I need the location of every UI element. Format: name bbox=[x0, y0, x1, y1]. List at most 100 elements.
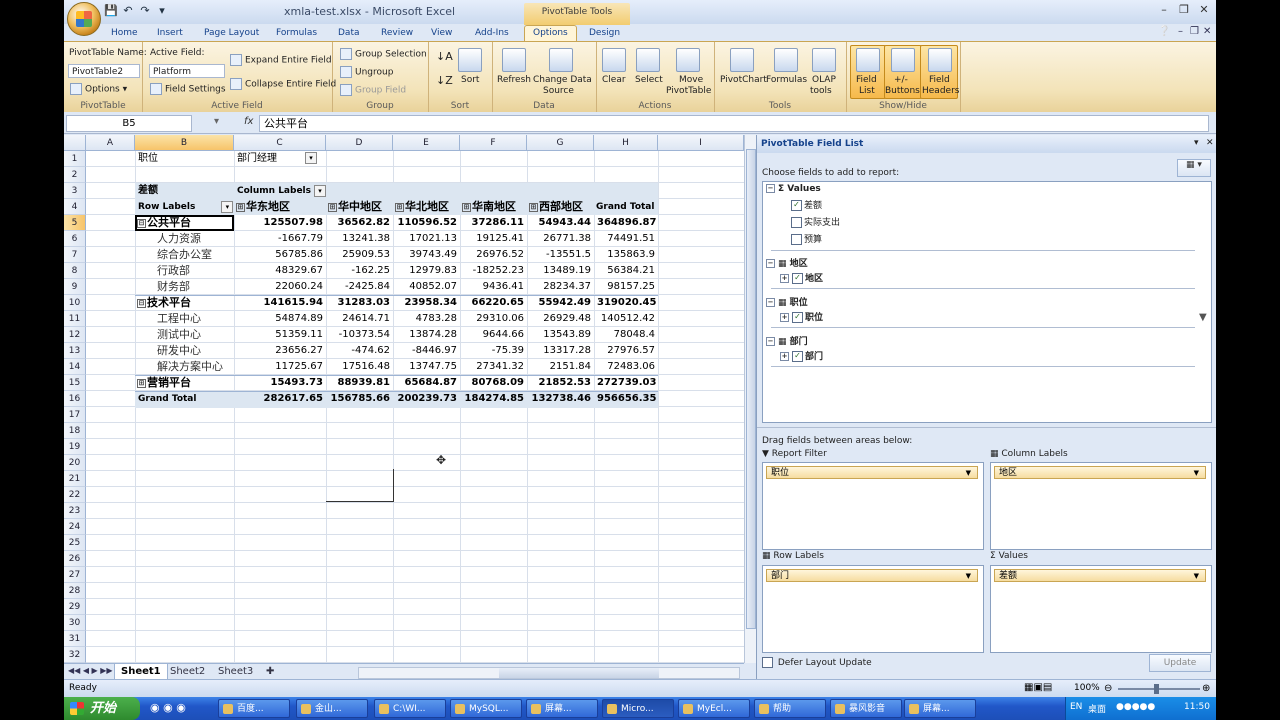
pivot-value-cell[interactable]: 135863.9 bbox=[594, 247, 658, 263]
row-header[interactable]: 9 bbox=[64, 279, 86, 295]
pane-close-icon[interactable]: ✕ bbox=[1206, 138, 1214, 148]
select-icon[interactable] bbox=[636, 48, 660, 72]
pivot-value-cell[interactable]: 36562.82 bbox=[326, 215, 393, 231]
field-checkbox[interactable]: ✓ bbox=[792, 312, 803, 323]
pivot-value-cell[interactable]: 9436.41 bbox=[460, 279, 527, 295]
row-header[interactable]: 6 bbox=[64, 231, 86, 247]
row-header[interactable]: 5 bbox=[64, 215, 86, 231]
field-checkbox[interactable]: ✓ bbox=[792, 273, 803, 284]
pivot-value-cell[interactable]: 72483.06 bbox=[594, 359, 658, 375]
expand-icon[interactable]: + bbox=[780, 352, 789, 361]
grand-total-cell[interactable]: 132738.46 bbox=[527, 391, 594, 407]
tab-insert[interactable]: Insert bbox=[157, 26, 183, 41]
refresh-icon[interactable] bbox=[502, 48, 526, 72]
redo-icon[interactable]: ↷ bbox=[138, 4, 152, 18]
pivot-value-cell[interactable]: 364896.87 bbox=[594, 215, 658, 231]
collapse-entire-field-button[interactable]: Collapse Entire Field bbox=[230, 78, 336, 90]
row-labels-header[interactable]: Row Labels ▾ bbox=[135, 199, 234, 215]
field-checkbox[interactable] bbox=[791, 234, 802, 245]
undo-icon[interactable]: ↶ bbox=[121, 4, 135, 18]
pivot-value-cell[interactable]: 17516.48 bbox=[326, 359, 393, 375]
field-list-layout-button[interactable]: ▦ ▾ bbox=[1177, 159, 1211, 177]
dimension-group[interactable]: − ▦ 地区 bbox=[766, 256, 808, 269]
row-header[interactable]: 18 bbox=[64, 423, 86, 439]
zoom-level[interactable]: 100% bbox=[1074, 683, 1100, 693]
expand-icon[interactable]: ⊞ bbox=[328, 202, 337, 212]
pivot-filter-value[interactable]: 部门经理 ▾ bbox=[234, 151, 326, 167]
move-pivottable-icon[interactable] bbox=[676, 48, 700, 72]
pivot-value-cell[interactable]: 140512.42 bbox=[594, 311, 658, 327]
pivot-value-cell[interactable]: 125507.98 bbox=[234, 215, 326, 231]
row-header[interactable]: 25 bbox=[64, 535, 86, 551]
language-indicator[interactable]: EN bbox=[1070, 702, 1082, 712]
worksheet-grid[interactable]: A B C D E F G H I 1 2 3 4 5 6 7 8 9 10 11 12 13 14 15 1… bbox=[64, 135, 744, 663]
zoom-slider-thumb[interactable] bbox=[1154, 684, 1159, 694]
pivot-value-cell[interactable]: -8446.97 bbox=[393, 343, 460, 359]
pivot-value-cell[interactable]: 65684.87 bbox=[393, 375, 460, 391]
row-header[interactable]: 15 bbox=[64, 375, 86, 391]
grand-total-cell[interactable]: 156785.66 bbox=[326, 391, 393, 407]
taskbar-item[interactable]: 暴风影音 bbox=[830, 699, 902, 718]
tab-formulas[interactable]: Formulas bbox=[276, 26, 317, 41]
pane-options-icon[interactable]: ▾ bbox=[1194, 138, 1199, 148]
column-header[interactable]: A bbox=[86, 135, 135, 151]
pivot-value-cell[interactable]: -75.39 bbox=[460, 343, 527, 359]
taskbar-item[interactable]: MyEcl... bbox=[678, 699, 750, 718]
pivot-value-cell[interactable]: 31283.03 bbox=[326, 295, 393, 311]
row-header[interactable]: 13 bbox=[64, 343, 86, 359]
pivot-value-cell[interactable]: 56384.21 bbox=[594, 263, 658, 279]
pivot-value-cell[interactable]: 88939.81 bbox=[326, 375, 393, 391]
pivot-value-cell[interactable]: 15493.73 bbox=[234, 375, 326, 391]
field-settings-button[interactable]: Field Settings bbox=[150, 83, 226, 95]
column-labels-dropdown-icon[interactable]: ▾ bbox=[314, 184, 326, 197]
taskbar-item[interactable]: 屏幕... bbox=[526, 699, 598, 718]
column-header[interactable]: G bbox=[527, 135, 594, 151]
select-button[interactable]: Select bbox=[635, 75, 663, 85]
name-box-dropdown-icon[interactable]: ▾ bbox=[214, 116, 219, 127]
pivot-value-cell[interactable]: 12979.83 bbox=[393, 263, 460, 279]
sort-button[interactable]: Sort bbox=[461, 75, 479, 85]
change-data-source-button[interactable]: Change Data bbox=[533, 75, 592, 85]
tray-desktop[interactable]: 桌面 bbox=[1088, 702, 1106, 715]
change-source-icon[interactable] bbox=[549, 48, 573, 72]
row-labels-field[interactable]: 部门 ▼ bbox=[766, 569, 978, 582]
expand-icon[interactable]: ⊞ bbox=[236, 202, 245, 212]
office-button[interactable] bbox=[67, 2, 101, 36]
column-labels-area[interactable]: 地区 ▼ bbox=[990, 462, 1212, 550]
pivot-value-cell[interactable]: 66220.65 bbox=[460, 295, 527, 311]
horizontal-scrollbar[interactable] bbox=[358, 667, 740, 679]
grand-total-cell[interactable]: 956656.35 bbox=[594, 391, 658, 407]
pivot-value-cell[interactable]: 272739.03 bbox=[594, 375, 658, 391]
taskbar-item[interactable]: 屏幕... bbox=[904, 699, 976, 718]
pivot-value-cell[interactable]: 26771.38 bbox=[527, 231, 594, 247]
row-header[interactable]: 24 bbox=[64, 519, 86, 535]
row-header[interactable]: 16 bbox=[64, 391, 86, 407]
pivot-row-label[interactable]: 人力资源 bbox=[135, 231, 234, 247]
column-labels-header[interactable]: Column Labels ▾ bbox=[234, 183, 354, 199]
pivot-value-cell[interactable]: 13317.28 bbox=[527, 343, 594, 359]
select-all-corner[interactable] bbox=[64, 135, 86, 151]
pivot-value-cell[interactable]: 22060.24 bbox=[234, 279, 326, 295]
pivot-value-cell[interactable]: 48329.67 bbox=[234, 263, 326, 279]
row-header[interactable]: 27 bbox=[64, 567, 86, 583]
pivot-value-cell[interactable]: 25909.53 bbox=[326, 247, 393, 263]
grand-total-cell[interactable]: 200239.73 bbox=[393, 391, 460, 407]
expand-icon[interactable]: ⊞ bbox=[462, 202, 471, 212]
row-labels-dropdown-icon[interactable]: ▾ bbox=[221, 200, 234, 213]
pivot-value-cell[interactable]: -474.62 bbox=[326, 343, 393, 359]
pivot-value-cell[interactable]: 40852.07 bbox=[393, 279, 460, 295]
pivot-value-cell[interactable]: 74491.51 bbox=[594, 231, 658, 247]
row-header[interactable]: 8 bbox=[64, 263, 86, 279]
pivot-value-cell[interactable]: 17021.13 bbox=[393, 231, 460, 247]
filter-dropdown-icon[interactable]: ▾ bbox=[305, 152, 317, 164]
tab-review[interactable]: Review bbox=[381, 26, 413, 41]
sheet-nav-icon[interactable]: ◀◀ ◀ ▶ ▶▶ bbox=[68, 666, 113, 675]
expand-icon[interactable]: + bbox=[780, 313, 789, 322]
tab-view[interactable]: View bbox=[431, 26, 452, 41]
row-header[interactable]: 21 bbox=[64, 471, 86, 487]
pivot-value-cell[interactable]: 78048.4 bbox=[594, 327, 658, 343]
tab-home[interactable]: Home bbox=[111, 26, 138, 41]
row-header[interactable]: 3 bbox=[64, 183, 86, 199]
collapse-icon[interactable]: ⊟ bbox=[137, 298, 146, 308]
pivot-value-cell[interactable]: 80768.09 bbox=[460, 375, 527, 391]
